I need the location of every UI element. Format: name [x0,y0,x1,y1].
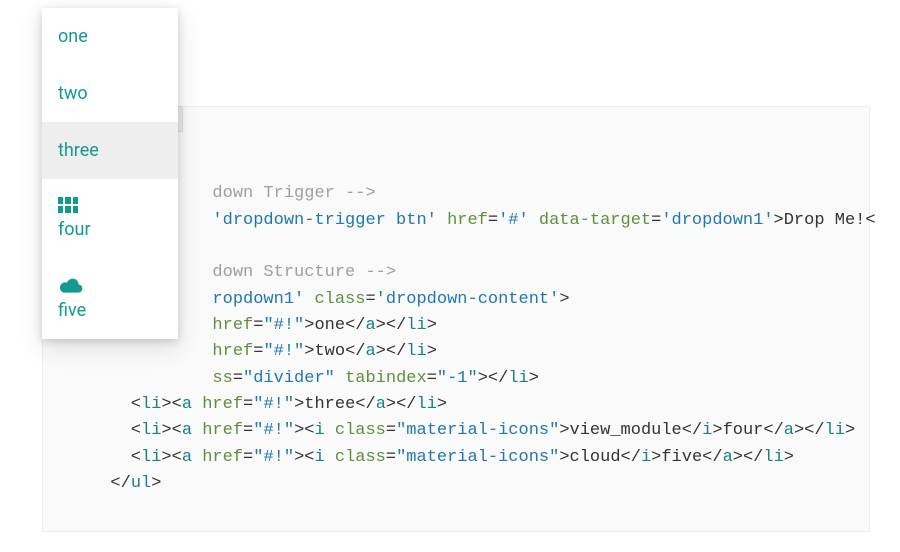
dropdown-item-three[interactable]: three [42,122,178,179]
dropdown-item-four[interactable]: four [42,179,178,258]
dropdown-item-one[interactable]: one [42,8,178,65]
cloud-icon [58,276,162,294]
dropdown-item-label: two [58,83,162,104]
code-line: </ul> [90,474,161,493]
dropdown-item-label: four [58,219,162,240]
code-line: ss="divider" tabindex="-1"></li> [90,369,539,388]
dropdown-menu: one two three four five [42,8,178,339]
dropdown-item-label: one [58,26,162,47]
dropdown-item-label: three [58,140,162,161]
dropdown-item-two[interactable]: two [42,65,178,122]
view-module-icon [58,197,162,213]
code-line: <li><a href="#!"><i class="material-icon… [90,448,794,467]
dropdown-item-label: five [58,300,162,321]
code-line: <li><a href="#!"><i class="material-icon… [90,421,855,440]
code-line: href="#!">two</a></li> [90,342,437,361]
code-line: <li><a href="#!">three</a></li> [90,395,447,414]
code-line: 'dropdown-trigger btn' href='#' data-tar… [90,211,876,230]
code-block: down Trigger --> 'dropdown-trigger btn' … [90,155,876,497]
dropdown-item-five[interactable]: five [42,258,178,339]
